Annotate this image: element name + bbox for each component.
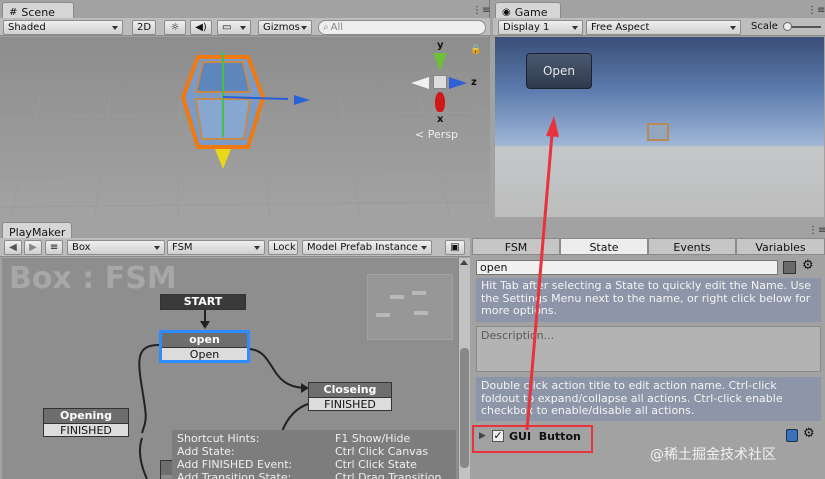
help-book-icon[interactable] bbox=[786, 429, 798, 442]
2d-toggle[interactable]: 2D bbox=[132, 20, 156, 35]
panel-menu-icon[interactable]: ⋮≡ bbox=[808, 225, 825, 236]
game-panel: ◉ Game ⋮≡ Display 1 Free Aspect Scale Op… bbox=[493, 0, 825, 218]
game-open-button[interactable]: Open bbox=[526, 53, 592, 89]
persp-label[interactable]: < Persp bbox=[415, 128, 458, 141]
lock-icon[interactable]: 🔒 bbox=[470, 45, 481, 55]
state-color-swatch[interactable] bbox=[783, 261, 796, 274]
tab-events[interactable]: Events bbox=[648, 238, 736, 255]
tab-variables[interactable]: Variables bbox=[736, 238, 825, 255]
gizmo-x-label: x bbox=[437, 114, 444, 125]
gizmo-center-icon bbox=[433, 75, 447, 89]
scene-viewport[interactable]: y z x < Persp 🔒 bbox=[0, 37, 490, 218]
gizmo-z-label: z bbox=[471, 77, 477, 88]
state-hint-box: Hit Tab after selecting a State to quick… bbox=[476, 278, 821, 322]
grid-icon: # bbox=[9, 6, 18, 18]
gizmo-z-cone-icon bbox=[449, 77, 467, 89]
settings-gear-icon[interactable]: ⚙ bbox=[802, 258, 814, 273]
audio-toggle-icon[interactable]: ◀) bbox=[190, 20, 212, 35]
scale-label: Scale bbox=[751, 21, 778, 32]
scene-search-input[interactable]: ⌕ All bbox=[318, 20, 486, 35]
panel-menu-icon[interactable]: ⋮≡ bbox=[807, 5, 825, 16]
list-menu-icon[interactable]: ≡ bbox=[45, 240, 63, 255]
fsm-graph-canvas[interactable]: Box : FSM START open Open Closeing FINIS… bbox=[2, 258, 458, 479]
tab-scene[interactable]: # Scene bbox=[2, 2, 74, 19]
fsm-dropdown[interactable]: FSM bbox=[167, 240, 265, 255]
gamepad-icon: ◉ bbox=[502, 6, 511, 18]
box-object[interactable] bbox=[168, 37, 288, 177]
graph-scrollbar[interactable] bbox=[458, 258, 470, 479]
state-opening[interactable]: Opening FINISHED bbox=[43, 408, 129, 437]
effects-dropdown-icon[interactable]: ▭ bbox=[217, 20, 251, 35]
scroll-up-icon[interactable] bbox=[460, 260, 468, 265]
back-arrow-icon[interactable]: ◀ bbox=[4, 240, 22, 255]
action-highlight-box bbox=[472, 425, 593, 453]
scroll-thumb[interactable] bbox=[460, 348, 469, 468]
lighting-toggle-icon[interactable]: ☼ bbox=[164, 20, 186, 35]
tab-playmaker[interactable]: PlayMaker bbox=[2, 222, 72, 239]
gizmos-dropdown[interactable]: Gizmos bbox=[258, 20, 312, 35]
gizmo-y-cone-icon bbox=[433, 53, 447, 71]
gizmo-x-cone-icon bbox=[411, 77, 429, 89]
prefab-dropdown[interactable]: Model Prefab Instance bbox=[302, 240, 432, 255]
game-viewport[interactable]: Open bbox=[495, 37, 824, 217]
orientation-gizmo[interactable]: y z x < Persp bbox=[405, 37, 480, 142]
scene-toolbar: Shaded 2D ☼ ◀) ▭ Gizmos ⌕ All bbox=[0, 18, 490, 36]
description-field[interactable]: Description... bbox=[476, 326, 821, 372]
action-gear-icon[interactable]: ⚙ bbox=[803, 426, 815, 441]
action-hint-box: Double click action title to edit action… bbox=[476, 377, 821, 421]
shortcut-hints: Shortcut Hints: F1 Show/Hide Add State: Ct… bbox=[172, 430, 456, 479]
state-open[interactable]: open Open bbox=[159, 330, 250, 363]
site-watermark: @稀土掘金技术社区 bbox=[650, 447, 776, 463]
scale-slider[interactable] bbox=[783, 22, 821, 31]
scene-panel: # Scene ⋮≡ Shaded 2D ☼ ◀) ▭ Gizmos ⌕All bbox=[0, 0, 490, 218]
tab-fsm[interactable]: FSM bbox=[472, 238, 560, 255]
game-box-object bbox=[647, 123, 669, 141]
tab-state[interactable]: State bbox=[560, 238, 648, 255]
minimap-toggle-icon[interactable]: ▣ bbox=[445, 240, 465, 255]
scale-slider-thumb[interactable] bbox=[783, 22, 792, 31]
search-icon: ⌕ bbox=[323, 22, 329, 33]
panel-menu-icon[interactable]: ⋮≡ bbox=[472, 5, 490, 16]
aspect-dropdown[interactable]: Free Aspect bbox=[586, 20, 741, 35]
shading-dropdown[interactable]: Shaded bbox=[3, 20, 123, 35]
tab-game[interactable]: ◉ Game bbox=[495, 2, 561, 19]
display-dropdown[interactable]: Display 1 bbox=[498, 20, 583, 35]
state-start[interactable]: START bbox=[160, 294, 246, 310]
gizmo-red-cone-icon bbox=[435, 92, 445, 112]
lock-button[interactable]: Lock bbox=[268, 240, 298, 255]
forward-arrow-icon[interactable]: ▶ bbox=[24, 240, 42, 255]
gizmo-y-label: y bbox=[437, 40, 444, 51]
state-closeing[interactable]: Closeing FINISHED bbox=[308, 382, 392, 411]
game-toolbar: Display 1 Free Aspect Scale bbox=[493, 18, 825, 36]
state-name-field[interactable]: open bbox=[476, 260, 778, 275]
axis-arrow-icon bbox=[294, 95, 310, 105]
object-dropdown[interactable]: Box bbox=[67, 240, 165, 255]
playmaker-toolbar: ◀ ▶ ≡ Box FSM Lock Model Prefab Instance… bbox=[0, 238, 470, 257]
